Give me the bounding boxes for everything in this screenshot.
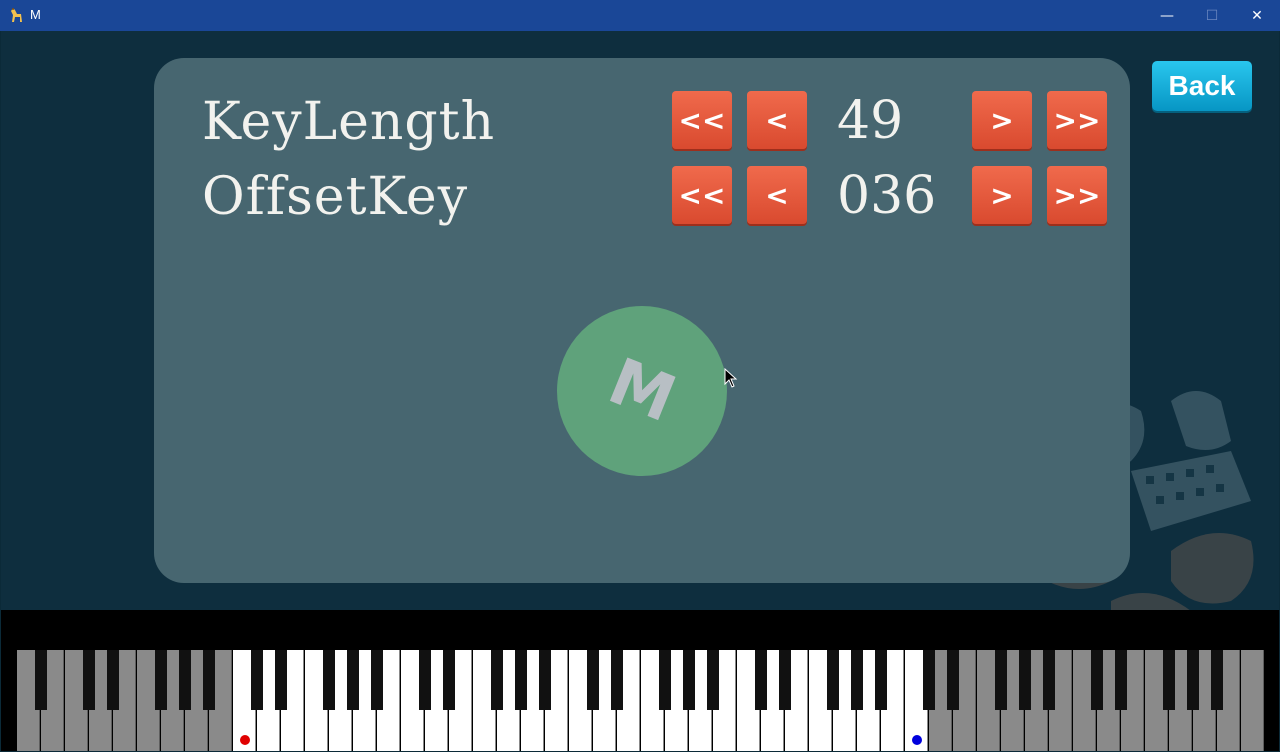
offset-key-increase-fast-button[interactable]: >> xyxy=(1047,166,1107,224)
minimize-button[interactable]: — xyxy=(1144,0,1190,31)
offset-key-label: OffsetKey xyxy=(202,167,469,227)
title-bar: M — ☐ ✕ xyxy=(0,0,1280,31)
black-key[interactable] xyxy=(323,650,335,710)
black-key[interactable] xyxy=(491,650,503,710)
black-key[interactable] xyxy=(371,650,383,710)
key-length-increase-button[interactable]: > xyxy=(972,91,1032,149)
black-key[interactable] xyxy=(683,650,695,710)
black-key[interactable] xyxy=(755,650,767,710)
black-key[interactable] xyxy=(1043,650,1055,710)
black-key[interactable] xyxy=(203,650,215,710)
black-key[interactable] xyxy=(875,650,887,710)
black-key[interactable] xyxy=(275,650,287,710)
key-length-increase-fast-button[interactable]: >> xyxy=(1047,91,1107,149)
black-key[interactable] xyxy=(1115,650,1127,710)
piano-keyboard xyxy=(1,610,1279,751)
piano-keys xyxy=(17,650,1267,751)
black-key[interactable] xyxy=(419,650,431,710)
offset-key-decrease-fast-button[interactable]: << xyxy=(672,166,732,224)
black-key[interactable] xyxy=(659,650,671,710)
settings-panel: KeyLength << < 49 > >> OffsetKey << < 03… xyxy=(154,58,1130,583)
giraffe-icon xyxy=(11,8,22,22)
black-key[interactable] xyxy=(539,650,551,710)
black-key[interactable] xyxy=(107,650,119,710)
black-key[interactable] xyxy=(347,650,359,710)
black-key[interactable] xyxy=(1163,650,1175,710)
black-key[interactable] xyxy=(995,650,1007,710)
black-key[interactable] xyxy=(707,650,719,710)
key-length-decrease-button[interactable]: < xyxy=(747,91,807,149)
close-button[interactable]: ✕ xyxy=(1234,0,1280,31)
black-key[interactable] xyxy=(251,650,263,710)
app-canvas: KeyLength << < 49 > >> OffsetKey << < 03… xyxy=(1,31,1279,751)
black-key[interactable] xyxy=(179,650,191,710)
black-key[interactable] xyxy=(443,650,455,710)
key-length-label: KeyLength xyxy=(202,92,496,152)
black-key[interactable] xyxy=(35,650,47,710)
mouse-cursor-icon xyxy=(724,368,738,388)
black-key[interactable] xyxy=(1211,650,1223,710)
offset-key-decrease-button[interactable]: < xyxy=(747,166,807,224)
maximize-button[interactable]: ☐ xyxy=(1189,0,1235,31)
app-logo: M xyxy=(557,306,727,476)
black-key[interactable] xyxy=(1019,650,1031,710)
black-key[interactable] xyxy=(611,650,623,710)
black-key[interactable] xyxy=(851,650,863,710)
black-key[interactable] xyxy=(155,650,167,710)
black-key[interactable] xyxy=(779,650,791,710)
range-start-marker xyxy=(240,735,250,745)
black-key[interactable] xyxy=(1091,650,1103,710)
offset-key-increase-button[interactable]: > xyxy=(972,166,1032,224)
black-key[interactable] xyxy=(515,650,527,710)
white-key[interactable] xyxy=(1241,650,1264,751)
range-end-marker xyxy=(912,735,922,745)
black-key[interactable] xyxy=(947,650,959,710)
black-key[interactable] xyxy=(83,650,95,710)
black-key[interactable] xyxy=(1187,650,1199,710)
logo-letter: M xyxy=(598,344,686,438)
window-title: M xyxy=(30,7,41,22)
black-key[interactable] xyxy=(587,650,599,710)
offset-key-value: 036 xyxy=(837,166,937,226)
back-button[interactable]: Back xyxy=(1152,61,1252,111)
black-key[interactable] xyxy=(923,650,935,710)
key-length-value: 49 xyxy=(837,91,904,151)
black-key[interactable] xyxy=(827,650,839,710)
key-length-decrease-fast-button[interactable]: << xyxy=(672,91,732,149)
